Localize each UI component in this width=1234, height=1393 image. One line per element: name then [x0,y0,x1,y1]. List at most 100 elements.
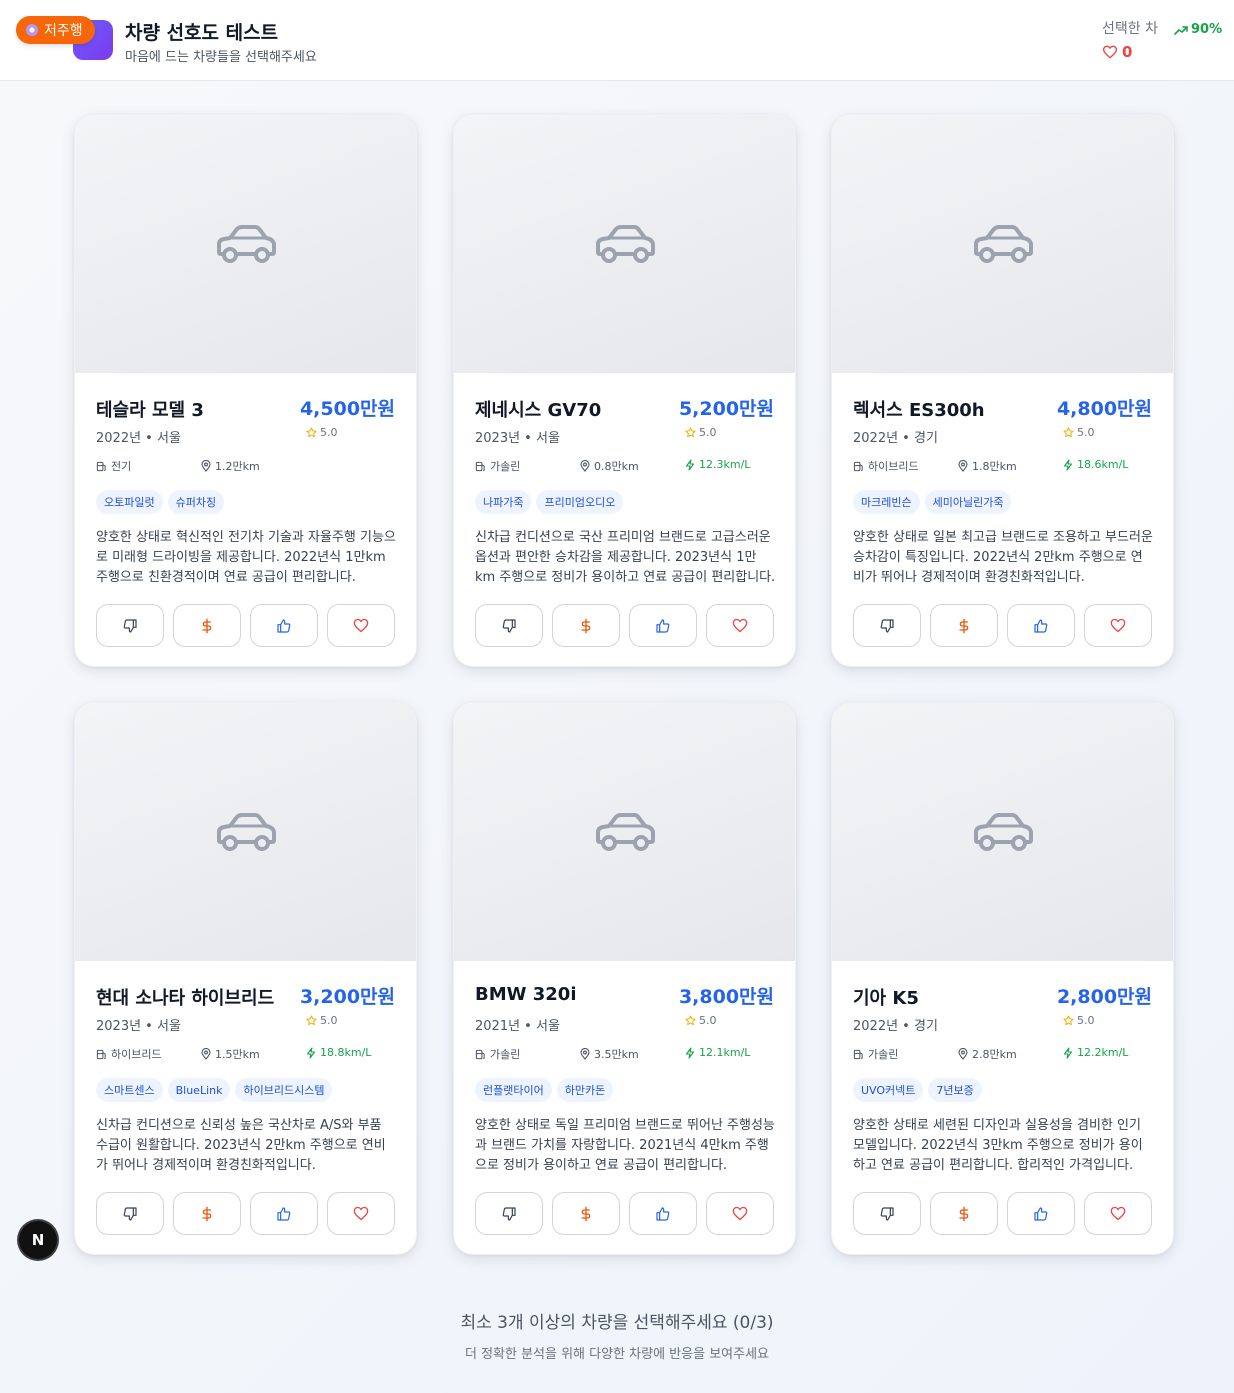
mileage: 3.5만km [580,1046,639,1062]
heart-icon [732,618,748,633]
thumbs-down-icon [502,618,516,633]
car-image-placeholder [75,703,416,961]
location-pin-icon [958,460,968,472]
price-interest-button[interactable] [930,604,998,647]
dislike-button[interactable] [853,604,921,647]
selected-count-value: 0 [1122,43,1133,61]
target-icon [26,24,38,36]
heart-icon [1110,618,1126,633]
page-title: 차량 선호도 테스트 [125,22,279,44]
car-year-region: 2023년 • 서울 [96,1019,181,1034]
car-year: 2022년 [853,431,899,446]
fuel-icon [853,1049,863,1059]
fuel-type-value: 가솔린 [490,1048,521,1061]
price-interest-button[interactable] [930,1192,998,1235]
car-description: 신차급 컨디션으로 신뢰성 높은 국산차로 A/S와 부품 수급이 원활합니다.… [96,1118,386,1173]
price-interest-button[interactable] [173,604,241,647]
favorite-button[interactable] [706,1192,774,1235]
feature-tags: 런플랫타이어 하만카돈 [475,1078,614,1102]
reaction-buttons [475,604,776,647]
feature-tag: 마크레빈슨 [853,490,920,514]
car-price: 2,800만원 [1056,986,1152,1008]
car-image-placeholder [75,115,416,373]
car-specs: 전기 1.2만km [96,458,396,474]
dislike-button[interactable] [475,604,543,647]
fuel-icon [96,461,106,471]
car-card[interactable]: 제네시스 GV70 5,200만원 2023년 • 서울 5.0 가솔린 0.8만km 12… [453,114,796,667]
dislike-button[interactable] [475,1192,543,1235]
location-pin-icon [201,460,211,472]
heart-icon [353,1206,369,1221]
feature-tag: 하이브리드시스템 [235,1078,333,1102]
like-button[interactable] [1007,1192,1075,1235]
dislike-button[interactable] [853,1192,921,1235]
fuel-icon [96,1049,106,1059]
car-card[interactable]: BMW 320i 3,800만원 2021년 • 서울 5.0 가솔린 3.5만km 12.… [453,702,796,1255]
car-rating-value: 5.0 [320,1014,338,1027]
car-card[interactable]: 기아 K5 2,800만원 2022년 • 경기 5.0 가솔린 2.8만km 12.2km… [831,702,1174,1255]
car-year: 2023년 [96,1019,142,1034]
car-price: 4,800만원 [1056,398,1152,420]
location-pin-icon [201,1048,211,1060]
favorite-button[interactable] [1084,1192,1152,1235]
dev-tools-label: N [31,1231,45,1249]
dollar-icon [202,1206,212,1221]
car-card[interactable]: 테슬라 모델 3 4,500만원 2022년 • 서울 5.0 전기 1.2만km 오토파일… [74,114,417,667]
reaction-buttons [853,1192,1154,1235]
thumbs-up-icon [1034,618,1048,633]
car-placeholder-icon [595,813,655,851]
fuel-efficiency-value: 18.8km/L [320,1046,372,1059]
car-card[interactable]: 현대 소나타 하이브리드 3,200만원 2023년 • 서울 5.0 하이브리드 1.5… [74,702,417,1255]
efficiency-bolt-icon [1063,1046,1073,1059]
feature-tag: 런플랫타이어 [475,1078,552,1102]
efficiency-bolt-icon [685,458,695,471]
low-mileage-badge[interactable]: 저주행 [16,16,95,44]
dislike-button[interactable] [96,1192,164,1235]
car-name: 현대 소나타 하이브리드 [96,988,275,1009]
car-name: 제네시스 GV70 [475,400,602,421]
favorite-button[interactable] [1084,604,1152,647]
car-year-region: 2023년 • 서울 [475,431,560,446]
car-rating-value: 5.0 [699,426,717,439]
like-button[interactable] [629,604,697,647]
fuel-efficiency-value: 12.1km/L [699,1046,751,1059]
mileage-value: 1.2만km [215,460,260,473]
mileage-value: 0.8만km [594,460,639,473]
like-button[interactable] [250,604,318,647]
car-rating: 5.0 [306,426,338,439]
car-description: 양호한 상태로 일본 최고급 브랜드로 조용하고 부드러운 승차감이 특징입니다… [853,530,1153,585]
favorite-button[interactable] [327,1192,395,1235]
favorite-button[interactable] [706,604,774,647]
feature-tags: 오토파일럿 슈퍼차징 [96,490,225,514]
car-region: 서울 [156,431,181,446]
dev-tools-button[interactable]: N [19,1221,57,1259]
match-rate-value: 90% [1191,22,1223,37]
feature-tag: 스마트센스 [96,1078,163,1102]
price-interest-button[interactable] [552,604,620,647]
dollar-icon [581,618,591,633]
dislike-button[interactable] [96,604,164,647]
like-button[interactable] [250,1192,318,1235]
mileage-value: 2.8만km [972,1048,1017,1061]
price-interest-button[interactable] [173,1192,241,1235]
like-button[interactable] [1007,604,1075,647]
fuel-type: 가솔린 [853,1046,898,1062]
mileage: 0.8만km [580,458,639,474]
car-description: 양호한 상태로 혁신적인 전기차 기술과 자율주행 기능으로 미래형 드라이빙을… [96,530,396,585]
favorite-button[interactable] [327,604,395,647]
car-image-placeholder [832,115,1173,373]
fuel-efficiency-value: 12.3km/L [699,458,751,471]
trending-up-icon [1174,25,1188,35]
fuel-type: 전기 [96,458,131,474]
fuel-type: 하이브리드 [96,1046,162,1062]
like-button[interactable] [629,1192,697,1235]
feature-tag: 슈퍼차징 [167,490,225,514]
price-interest-button[interactable] [552,1192,620,1235]
feature-tag: 프리미엄오디오 [536,490,624,514]
thumbs-down-icon [123,1206,137,1221]
thumbs-down-icon [880,618,894,633]
car-region: 서울 [535,431,560,446]
fuel-efficiency: 18.8km/L [306,1046,371,1059]
car-card[interactable]: 렉서스 ES300h 4,800만원 2022년 • 경기 5.0 하이브리드 1.8만k… [831,114,1174,667]
car-specs: 가솔린 0.8만km 12.3km/L [475,458,775,474]
